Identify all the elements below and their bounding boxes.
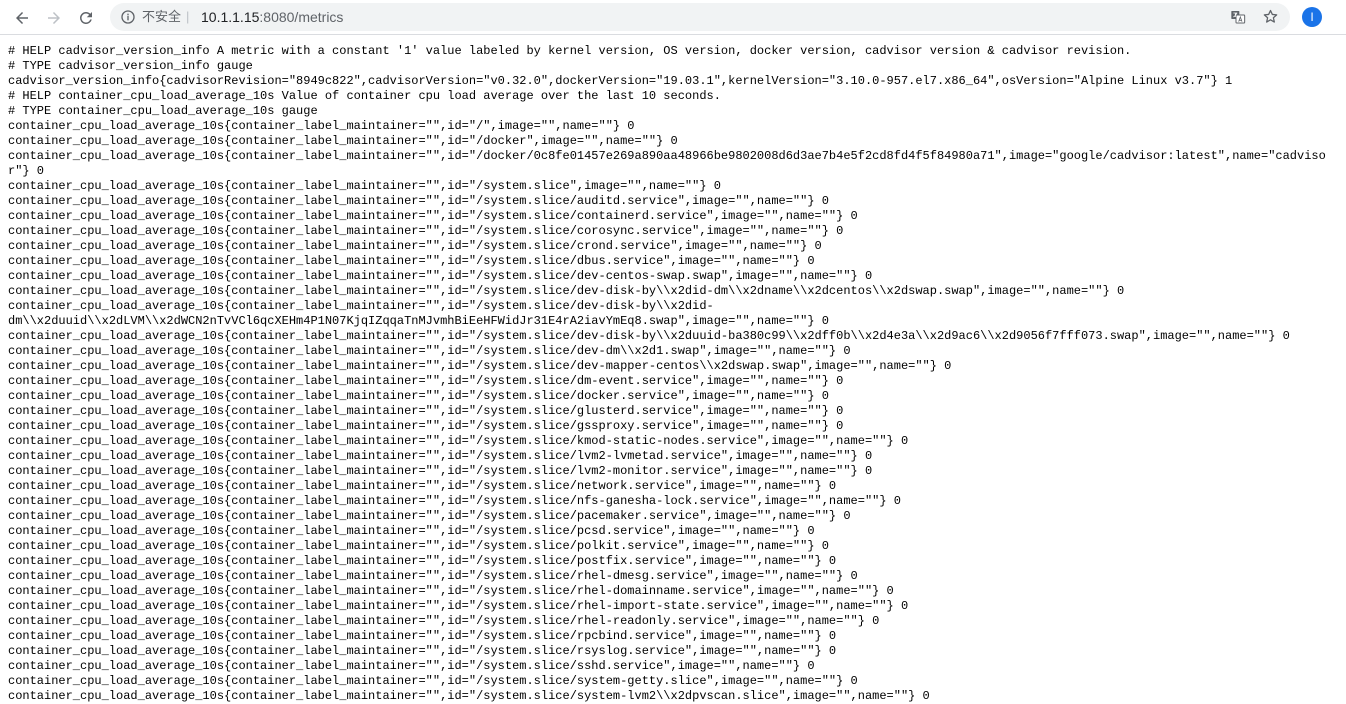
metric-line: container_cpu_load_average_10s{container…: [8, 569, 858, 583]
metric-line: container_cpu_load_average_10s{container…: [8, 284, 1125, 298]
translate-icon[interactable]: [1230, 9, 1246, 25]
metric-line: container_cpu_load_average_10s{container…: [8, 374, 844, 388]
info-icon[interactable]: [120, 9, 136, 25]
star-icon[interactable]: [1262, 8, 1279, 25]
forward-button[interactable]: [40, 4, 68, 32]
metric-line: container_cpu_load_average_10s{container…: [8, 344, 851, 358]
metric-line: container_cpu_load_average_10s{container…: [8, 554, 837, 568]
metric-line: # TYPE container_cpu_load_average_10s ga…: [8, 104, 318, 118]
metric-line: container_cpu_load_average_10s{container…: [8, 494, 901, 508]
back-button[interactable]: [8, 4, 36, 32]
address-bar[interactable]: 不安全 | 10.1.1.15:8080/metrics: [110, 3, 1290, 31]
browser-toolbar: 不安全 | 10.1.1.15:8080/metrics I: [0, 0, 1346, 35]
metric-line: container_cpu_load_average_10s{container…: [8, 389, 829, 403]
metric-line: container_cpu_load_average_10s{container…: [8, 149, 1326, 178]
metric-line: cadvisor_version_info{cadvisorRevision="…: [8, 74, 1233, 88]
metric-line: container_cpu_load_average_10s{container…: [8, 524, 815, 538]
metric-line: container_cpu_load_average_10s{container…: [8, 434, 909, 448]
metric-line: container_cpu_load_average_10s{container…: [8, 359, 952, 373]
metric-line: # HELP container_cpu_load_average_10s Va…: [8, 89, 721, 103]
metric-line: container_cpu_load_average_10s{container…: [8, 614, 880, 628]
metric-line: container_cpu_load_average_10s{container…: [8, 599, 909, 613]
metric-line: # TYPE cadvisor_version_info gauge: [8, 59, 253, 73]
metric-line: container_cpu_load_average_10s{container…: [8, 134, 678, 148]
metric-line: container_cpu_load_average_10s{container…: [8, 539, 829, 553]
metric-line: container_cpu_load_average_10s{container…: [8, 584, 894, 598]
metric-line: container_cpu_load_average_10s{container…: [8, 464, 873, 478]
metric-line: container_cpu_load_average_10s{container…: [8, 254, 815, 268]
metrics-text: # HELP cadvisor_version_info A metric wi…: [8, 44, 1344, 704]
metric-line: # HELP cadvisor_version_info A metric wi…: [8, 44, 1132, 58]
metric-line: container_cpu_load_average_10s{container…: [8, 689, 930, 703]
metric-line: container_cpu_load_average_10s{container…: [8, 224, 844, 238]
metric-line: container_cpu_load_average_10s{container…: [8, 194, 829, 208]
metric-line: container_cpu_load_average_10s{container…: [8, 479, 837, 493]
metric-line: container_cpu_load_average_10s{container…: [8, 209, 858, 223]
metric-line: container_cpu_load_average_10s{container…: [8, 659, 815, 673]
metric-line: container_cpu_load_average_10s{container…: [8, 329, 1290, 343]
url-text[interactable]: 10.1.1.15:8080/metrics: [201, 8, 343, 26]
metrics-content: # HELP cadvisor_version_info A metric wi…: [8, 44, 1344, 704]
metric-line: container_cpu_load_average_10s{container…: [8, 269, 873, 283]
url-path: :8080/metrics: [259, 9, 344, 25]
metric-line: container_cpu_load_average_10s{container…: [8, 509, 851, 523]
url-separator: |: [186, 9, 190, 24]
metric-line: container_cpu_load_average_10s{container…: [8, 644, 837, 658]
forward-arrow-icon: [48, 12, 60, 24]
metric-line: container_cpu_load_average_10s{container…: [8, 299, 829, 328]
reload-button[interactable]: [72, 4, 100, 32]
metric-line: container_cpu_load_average_10s{container…: [8, 419, 844, 433]
metric-line: container_cpu_load_average_10s{container…: [8, 674, 858, 688]
reload-icon: [79, 11, 92, 24]
metric-line: container_cpu_load_average_10s{container…: [8, 179, 721, 193]
avatar[interactable]: I: [1302, 7, 1322, 27]
metric-line: container_cpu_load_average_10s{container…: [8, 239, 822, 253]
security-label: 不安全: [142, 9, 182, 24]
url-host: 10.1.1.15: [201, 9, 260, 25]
back-arrow-icon: [16, 12, 28, 24]
metric-line: container_cpu_load_average_10s{container…: [8, 629, 837, 643]
metric-line: container_cpu_load_average_10s{container…: [8, 404, 844, 418]
metric-line: container_cpu_load_average_10s{container…: [8, 449, 873, 463]
metric-line: container_cpu_load_average_10s{container…: [8, 119, 635, 133]
